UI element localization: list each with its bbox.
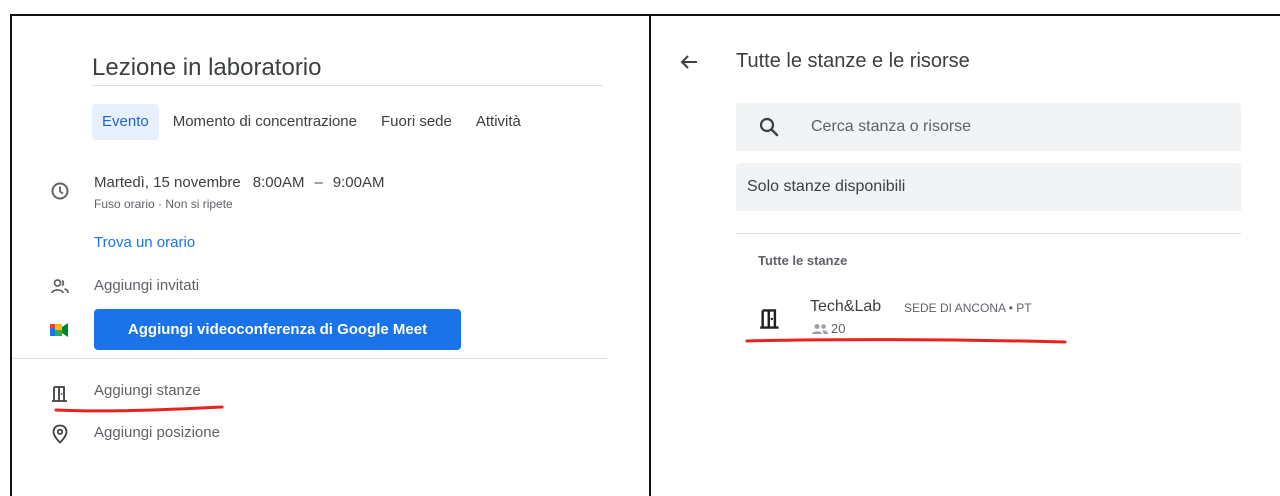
annotation-underline [745, 338, 1067, 344]
search-placeholder: Cerca stanza o risorse [811, 118, 972, 135]
add-location-field[interactable]: Aggiungi posizione [94, 424, 220, 441]
room-location: SEDE DI ANCONA • PT [904, 301, 1032, 315]
add-google-meet-button[interactable]: Aggiungi videoconferenza di Google Meet [94, 309, 461, 350]
add-rooms-link[interactable]: Aggiungi stanze [94, 382, 201, 399]
divider [736, 233, 1241, 234]
people-icon [48, 275, 72, 299]
section-heading: Tutte le stanze [758, 253, 848, 268]
time-dash: – [314, 174, 323, 191]
tab-attivita[interactable]: Attività [466, 104, 531, 140]
find-time-link[interactable]: Trova un orario [94, 234, 195, 251]
location-pin-icon [48, 422, 72, 446]
annotation-underline [54, 405, 224, 413]
event-start-time[interactable]: 8:00AM [253, 174, 305, 191]
filter-label: Solo stanze disponibili [747, 178, 906, 195]
event-details-panel: Lezione in laboratorio Evento Momento di… [10, 14, 651, 496]
event-end-time[interactable]: 9:00AM [333, 174, 385, 191]
room-name: Tech&Lab [810, 298, 882, 315]
back-arrow-icon[interactable] [677, 50, 701, 74]
event-datetime[interactable]: Martedì, 15 novembre 8:00AM –9:00AM [94, 174, 385, 191]
divider [12, 358, 607, 359]
room-door-icon [760, 309, 779, 329]
search-icon [759, 117, 779, 137]
add-guests-field[interactable]: Aggiungi invitati [94, 277, 199, 294]
event-date[interactable]: Martedì, 15 novembre [94, 174, 241, 191]
tab-momento-di-concentrazione[interactable]: Momento di concentrazione [163, 104, 367, 140]
clock-icon [48, 179, 72, 203]
available-rooms-filter[interactable]: Solo stanze disponibili [736, 163, 1241, 211]
room-search-input[interactable]: Cerca stanza o risorse [736, 103, 1241, 151]
event-title-input[interactable]: Lezione in laboratorio [92, 50, 602, 86]
rooms-resources-panel: Tutte le stanze e le risorse Cerca stanz… [651, 14, 1280, 496]
event-type-tabs: Evento Momento di concentrazione Fuori s… [92, 104, 535, 140]
tab-evento[interactable]: Evento [92, 104, 159, 140]
capacity-people-icon [812, 323, 828, 334]
timezone-recurrence[interactable]: Fuso orario · Non si ripete [94, 197, 233, 211]
panel-title: Tutte le stanze e le risorse [736, 50, 970, 72]
tab-fuori-sede[interactable]: Fuori sede [371, 104, 462, 140]
google-meet-icon [48, 318, 72, 342]
